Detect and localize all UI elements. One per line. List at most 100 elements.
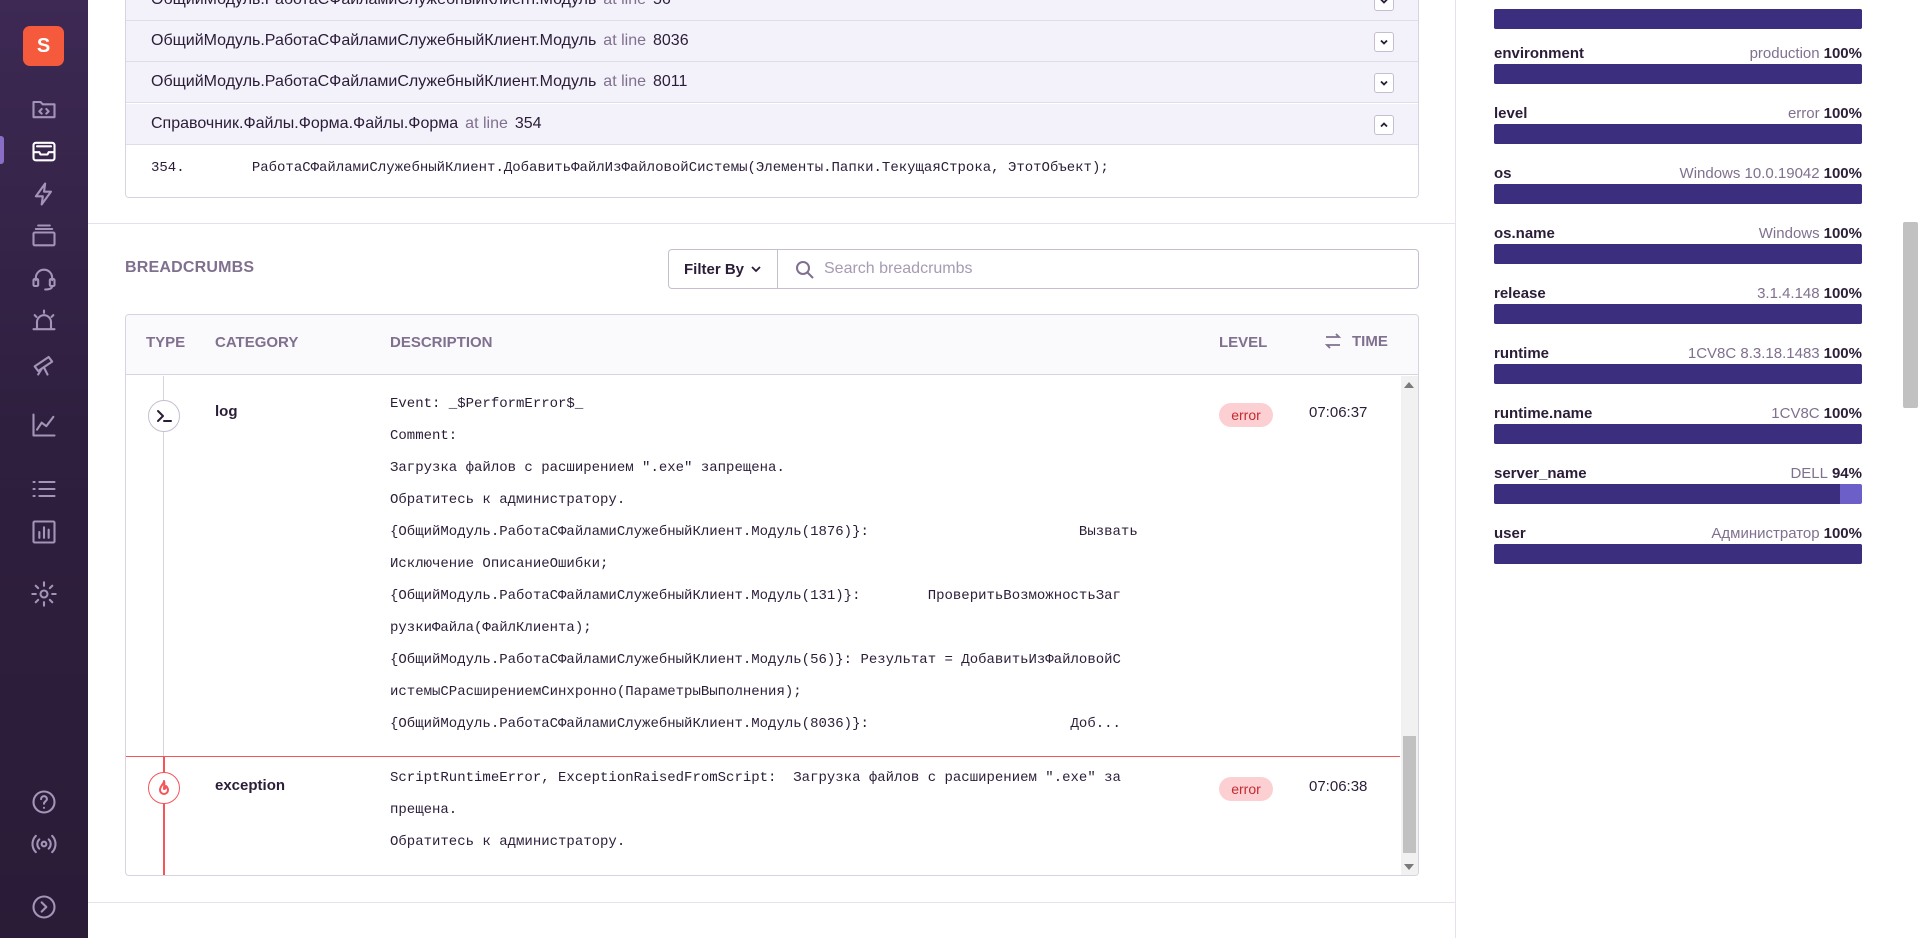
description-line: {ОбщийМодуль.РаботаСФайламиСлужебныйКлие… [390, 524, 1138, 540]
tag-key: environment [1494, 45, 1585, 62]
line-chart-icon [32, 413, 56, 437]
frame-module: ОбщийМодуль.РаботаСФайламиСлужебныйКлиен… [151, 32, 597, 49]
tag-bar-fill [1494, 364, 1862, 384]
frame-row[interactable]: ОбщийМодуль.РаботаСФайламиСлужебныйКлиен… [126, 62, 1418, 103]
frame-module: ОбщийМодуль.РаботаСФайламиСлужебныйКлиен… [151, 0, 596, 9]
tag-distribution-bar [1494, 184, 1862, 204]
tag-percent: 100% [1823, 405, 1862, 422]
tag-percent: 94% [1831, 465, 1862, 482]
sidebar-item-releases[interactable] [0, 218, 88, 254]
sidebar-collapse-button[interactable] [0, 889, 88, 925]
tags-panel: environment production 100% level error 10… [1494, 0, 1862, 938]
breadcrumb-description: Event: _$PerformError$_ Comment: Загрузк… [390, 388, 1170, 740]
breadcrumbs-list: log Event: _$PerformError$_ Comment: Заг… [126, 376, 1418, 875]
tag-row[interactable]: os Windows 10.0.19042 100% [1494, 165, 1862, 219]
tag-row[interactable]: runtime.name 1CV8C 100% [1494, 405, 1862, 459]
tag-percent: 100% [1823, 285, 1862, 302]
tag-value-text: 3.1.4.148 [1757, 285, 1820, 302]
level-badge: error [1219, 777, 1273, 801]
frame-line: 56 [653, 0, 671, 9]
tag-value-text: production [1749, 45, 1820, 62]
tag-distribution-bar [1494, 64, 1862, 84]
filter-by-dropdown[interactable]: Filter By [668, 249, 778, 289]
fire-icon [159, 780, 169, 795]
frame-expand-button[interactable] [1374, 32, 1394, 52]
tag-key: os.name [1494, 225, 1555, 242]
tag-value: Windows 100% [1759, 225, 1862, 242]
tag-row[interactable]: release 3.1.4.148 100% [1494, 285, 1862, 339]
frame-line: 8011 [653, 73, 688, 90]
tag-percent: 100% [1823, 345, 1862, 362]
tag-row[interactable]: level error 100% [1494, 105, 1862, 159]
tag-value-text: DELL [1790, 465, 1828, 482]
breadcrumb-category: exception [215, 777, 286, 794]
sidebar-item-user-feedback[interactable] [0, 261, 88, 297]
sidebar-item-alerts[interactable] [0, 303, 88, 339]
column-divider [1455, 0, 1456, 938]
frame-at-label: at line [603, 32, 646, 49]
frame-row-expanded[interactable]: Справочник.Файлы.Форма.Файлы.Форма at li… [126, 104, 1418, 145]
description-line: Обратитесь к администратору. [390, 492, 626, 508]
column-level: LEVEL [1219, 334, 1268, 351]
description-line: {ОбщийМодуль.РаботаСФайламиСлужебныйКлие… [390, 716, 1121, 732]
frame-row[interactable]: ОбщийМодуль.РаботаСФайламиСлужебныйКлиен… [126, 21, 1418, 62]
frame-line: 354 [514, 115, 542, 132]
sidebar-item-discover[interactable] [0, 346, 88, 382]
section-divider [88, 223, 1455, 224]
tag-row[interactable]: user Администратор 100% [1494, 525, 1862, 579]
filter-by-label: Filter By [683, 260, 744, 278]
sidebar-item-settings[interactable] [0, 576, 88, 612]
sidebar-item-performance[interactable] [0, 176, 88, 212]
frame-at-label: at line [603, 73, 646, 90]
breadcrumbs-search-input[interactable] [824, 250, 1404, 288]
tag-percent: 100% [1823, 525, 1862, 542]
breadcrumbs-table: TYPE CATEGORY DESCRIPTION LEVEL TIME log… [125, 314, 1419, 876]
org-avatar[interactable]: S [23, 26, 64, 66]
question-icon [32, 790, 56, 814]
sidebar-item-stats[interactable] [0, 407, 88, 443]
frame-line: 8036 [653, 32, 689, 49]
frame-at-label: at line [603, 0, 646, 9]
frame-collapse-button[interactable] [1374, 115, 1394, 135]
sidebar-item-broadcasts[interactable] [0, 826, 88, 862]
scroll-down-arrow[interactable] [1404, 864, 1414, 870]
tag-distribution-bar [1494, 544, 1862, 564]
scroll-thumb[interactable] [1403, 736, 1416, 853]
tag-percent: 100% [1823, 165, 1862, 182]
tag-percent: 100% [1823, 45, 1862, 62]
sidebar-item-issues[interactable] [0, 133, 88, 169]
tag-row[interactable] [1494, 0, 1862, 44]
tag-row[interactable]: runtime 1CV8C 8.3.18.1483 100% [1494, 345, 1862, 399]
tag-row[interactable]: server_name DELL 94% [1494, 465, 1862, 519]
sidebar-item-help[interactable] [0, 784, 88, 820]
type-icon [148, 400, 180, 432]
frame-expand-button[interactable] [1374, 73, 1394, 93]
column-description: DESCRIPTION [390, 334, 493, 351]
sidebar-item-projects[interactable] [0, 91, 88, 127]
tag-distribution-bar [1494, 9, 1862, 29]
tag-bar-fill [1494, 304, 1862, 324]
frame-module: Справочник.Файлы.Форма.Файлы.Форма [151, 115, 459, 132]
tag-key: level [1494, 105, 1528, 122]
tag-row[interactable]: environment production 100% [1494, 45, 1862, 99]
sidebar-item-activity[interactable] [0, 471, 88, 507]
frame-code-line: 354. РаботаСФайламиСлужебныйКлиент.Добав… [126, 146, 1418, 197]
tag-value: 1CV8C 100% [1771, 405, 1862, 422]
frame-module: ОбщийМодуль.РаботаСФайламиСлужебныйКлиен… [151, 73, 597, 90]
scroll-up-arrow[interactable] [1404, 382, 1414, 388]
tag-percent: 100% [1823, 225, 1862, 242]
list-icon [32, 480, 56, 498]
frame-at-label: at line [465, 115, 508, 132]
tag-value: DELL 94% [1790, 465, 1862, 482]
breadcrumbs-scrollbar[interactable] [1401, 376, 1418, 875]
time-sort-toggle[interactable]: TIME [1324, 332, 1388, 350]
tag-row[interactable]: os.name Windows 100% [1494, 225, 1862, 279]
page-scrollbar[interactable] [1900, 0, 1920, 938]
error-separator [126, 756, 1400, 757]
page-scroll-thumb[interactable] [1903, 222, 1918, 408]
frame-expand-button[interactable] [1374, 0, 1394, 11]
sidebar-item-dashboards[interactable] [0, 514, 88, 550]
frame-row[interactable]: ОбщийМодуль.РаботаСФайламиСлужебныйКлиен… [126, 0, 1418, 21]
tag-bar-fill [1494, 9, 1862, 29]
tag-key: release [1494, 285, 1546, 302]
